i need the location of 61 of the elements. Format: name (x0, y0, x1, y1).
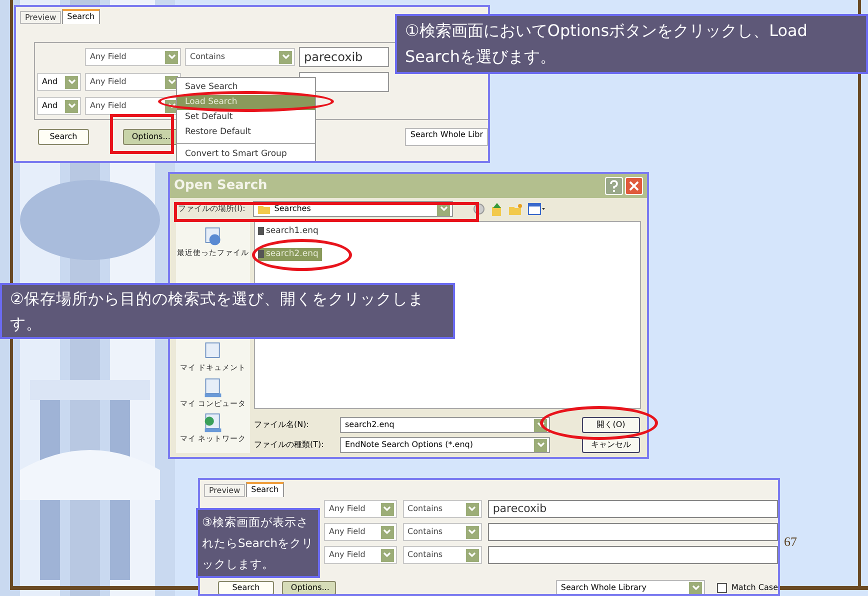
window-title: Open Search (174, 177, 268, 195)
tab[interactable]: Preview (204, 484, 246, 497)
dropdown[interactable]: Search Whole Library (556, 580, 706, 594)
button[interactable]: 開く(O) (582, 417, 640, 433)
button[interactable]: Search (38, 129, 89, 145)
chevron-icon (466, 526, 479, 538)
filetype-label: ファイルの種類(T): (254, 439, 325, 451)
dropdown[interactable]: And (37, 97, 81, 115)
page-number: 67 (784, 533, 797, 551)
button[interactable]: Search (218, 581, 274, 594)
dropdown[interactable]: And (37, 73, 81, 91)
chevron-icon (380, 548, 394, 562)
menu-item[interactable]: Restore Default (177, 125, 315, 140)
filetype-dropdown[interactable]: EndNote Search Options (*.enq) (340, 437, 550, 453)
highlight-rectangle (110, 114, 174, 154)
filename-field[interactable]: search2.enq (340, 417, 550, 433)
dropdown[interactable]: Contains (402, 523, 482, 541)
chevron-icon (380, 526, 394, 538)
chevron-icon (165, 50, 178, 64)
location-value: Searches (274, 203, 311, 216)
checkbox[interactable] (717, 583, 728, 593)
chevron-icon (65, 100, 78, 112)
chevron-icon (65, 76, 78, 88)
dropdown[interactable]: Contains (185, 48, 295, 66)
callout: ①検索画面においてOptionsボタンをクリックし、Load Searchを選びます。 (395, 14, 868, 74)
dropdown[interactable]: Any Field (324, 523, 397, 541)
dropdown[interactable]: Any Field (85, 48, 181, 66)
dropdown[interactable]: Any Field (324, 500, 397, 518)
chevron-icon (466, 548, 479, 562)
dropdown[interactable]: Contains (402, 546, 482, 564)
help-icon[interactable] (605, 176, 623, 195)
dropdown[interactable]: Any Field (324, 546, 397, 564)
chevron-icon (534, 438, 547, 452)
tab[interactable]: Search (62, 9, 100, 24)
callout: ③検索画面が表示されたらSearchをクリックします。 (196, 508, 320, 578)
chevron-icon (466, 502, 479, 516)
folder-icon (258, 204, 270, 214)
filename-label: ファイル名(N): (254, 419, 310, 431)
input-field[interactable]: parecoxib (299, 47, 389, 67)
chevron-icon (279, 50, 292, 64)
file-icon (258, 227, 264, 236)
up-folder-icon[interactable] (491, 202, 504, 216)
close-icon[interactable] (625, 176, 643, 195)
callout: ②保存場所から目的の検索式を選び、開くをクリックします。 (0, 283, 455, 339)
input-field[interactable] (488, 546, 778, 564)
tab[interactable]: Preview (20, 11, 62, 24)
input-field[interactable]: parecoxib (488, 500, 778, 518)
menu-item[interactable]: Convert to Smart Group (177, 147, 315, 161)
dropdown[interactable]: Contains (402, 500, 482, 518)
chevron-icon (689, 582, 702, 594)
dropdown[interactable]: Any Field (85, 73, 181, 91)
dropdown[interactable]: Search Whole Libr (405, 128, 488, 146)
new-folder-icon[interactable] (509, 204, 522, 215)
tab[interactable]: Search (246, 482, 284, 497)
chevron-icon (380, 502, 394, 516)
view-menu-icon[interactable] (528, 203, 546, 216)
checkbox-label: Match Case (731, 582, 778, 594)
file-icon (258, 250, 264, 258)
button[interactable]: Options... (282, 581, 336, 594)
input-field[interactable] (488, 523, 778, 541)
file-item[interactable]: search1.enq (258, 225, 322, 238)
